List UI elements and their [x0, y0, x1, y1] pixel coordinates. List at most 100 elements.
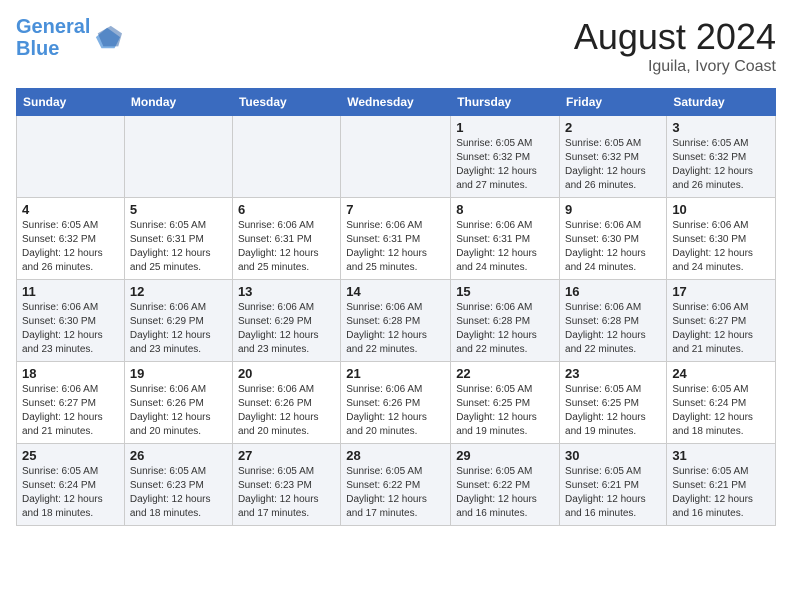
- day-number: 11: [22, 284, 119, 299]
- day-info: Sunrise: 6:06 AM Sunset: 6:31 PM Dayligh…: [346, 219, 445, 275]
- calendar-cell: 26Sunrise: 6:05 AM Sunset: 6:23 PM Dayli…: [124, 444, 232, 526]
- logo-text: GeneralBlue: [16, 16, 90, 60]
- day-number: 8: [456, 202, 554, 217]
- day-info: Sunrise: 6:06 AM Sunset: 6:30 PM Dayligh…: [565, 219, 661, 275]
- calendar-cell: 3 Sunrise: 6:05 AM Sunset: 6:32 PM Daylig…: [667, 116, 776, 198]
- day-number: 17: [672, 284, 770, 299]
- day-info: Sunrise: 6:06 AM Sunset: 6:26 PM Dayligh…: [130, 383, 227, 439]
- week-row-2: 4 Sunrise: 6:05 AM Sunset: 6:32 PM Daylig…: [17, 198, 776, 280]
- location: Iguila, Ivory Coast: [574, 58, 776, 76]
- day-info: Sunrise: 6:05 AM Sunset: 6:32 PM Dayligh…: [22, 219, 119, 275]
- day-header-friday: Friday: [560, 89, 667, 116]
- calendar-header: SundayMondayTuesdayWednesdayThursdayFrid…: [17, 89, 776, 116]
- day-number: 21: [346, 366, 445, 381]
- day-number: 6: [238, 202, 335, 217]
- day-info: Sunrise: 6:05 AM Sunset: 6:25 PM Dayligh…: [456, 383, 554, 439]
- day-info: Sunrise: 6:06 AM Sunset: 6:28 PM Dayligh…: [565, 301, 661, 357]
- day-number: 16: [565, 284, 661, 299]
- day-number: 28: [346, 448, 445, 463]
- day-info: Sunrise: 6:06 AM Sunset: 6:26 PM Dayligh…: [238, 383, 335, 439]
- month-year: August 2024: [574, 16, 776, 58]
- calendar-cell: 6 Sunrise: 6:06 AM Sunset: 6:31 PM Daylig…: [232, 198, 340, 280]
- day-number: 31: [672, 448, 770, 463]
- day-number: 15: [456, 284, 554, 299]
- week-row-3: 11 Sunrise: 6:06 AM Sunset: 6:30 PM Dayli…: [17, 280, 776, 362]
- day-info: Sunrise: 6:06 AM Sunset: 6:27 PM Dayligh…: [22, 383, 119, 439]
- calendar-cell: 23 Sunrise: 6:05 AM Sunset: 6:25 PM Dayli…: [560, 362, 667, 444]
- calendar-table: SundayMondayTuesdayWednesdayThursdayFrid…: [16, 88, 776, 526]
- calendar-cell: 24 Sunrise: 6:05 AM Sunset: 6:24 PM Dayli…: [667, 362, 776, 444]
- calendar-cell: 9 Sunrise: 6:06 AM Sunset: 6:30 PM Daylig…: [560, 198, 667, 280]
- day-header-thursday: Thursday: [451, 89, 560, 116]
- day-info: Sunrise: 6:05 AM Sunset: 6:21 PM Dayligh…: [565, 465, 661, 521]
- day-info: Sunrise: 6:06 AM Sunset: 6:28 PM Dayligh…: [456, 301, 554, 357]
- calendar-cell: 5 Sunrise: 6:05 AM Sunset: 6:31 PM Daylig…: [124, 198, 232, 280]
- week-row-1: 1 Sunrise: 6:05 AM Sunset: 6:32 PM Daylig…: [17, 116, 776, 198]
- calendar-cell: 29Sunrise: 6:05 AM Sunset: 6:22 PM Dayli…: [451, 444, 560, 526]
- calendar-cell: 27 Sunrise: 6:05 AM Sunset: 6:23 PM Dayli…: [232, 444, 340, 526]
- calendar-cell: 4 Sunrise: 6:05 AM Sunset: 6:32 PM Daylig…: [17, 198, 125, 280]
- day-header-wednesday: Wednesday: [341, 89, 451, 116]
- calendar-cell: 16 Sunrise: 6:06 AM Sunset: 6:28 PM Dayli…: [560, 280, 667, 362]
- day-info: Sunrise: 6:05 AM Sunset: 6:31 PM Dayligh…: [130, 219, 227, 275]
- day-header-saturday: Saturday: [667, 89, 776, 116]
- calendar-cell: 2 Sunrise: 6:05 AM Sunset: 6:32 PM Daylig…: [560, 116, 667, 198]
- calendar-cell: 13Sunrise: 6:06 AM Sunset: 6:29 PM Dayli…: [232, 280, 340, 362]
- calendar-cell: 8 Sunrise: 6:06 AM Sunset: 6:31 PM Daylig…: [451, 198, 560, 280]
- calendar-cell: [17, 116, 125, 198]
- day-number: 7: [346, 202, 445, 217]
- day-info: Sunrise: 6:06 AM Sunset: 6:31 PM Dayligh…: [238, 219, 335, 275]
- calendar-cell: 17 Sunrise: 6:06 AM Sunset: 6:27 PM Dayli…: [667, 280, 776, 362]
- day-info: Sunrise: 6:05 AM Sunset: 6:32 PM Dayligh…: [672, 137, 770, 193]
- day-number: 1: [456, 120, 554, 135]
- calendar-body: 1 Sunrise: 6:05 AM Sunset: 6:32 PM Daylig…: [17, 116, 776, 526]
- calendar-cell: 12 Sunrise: 6:06 AM Sunset: 6:29 PM Dayli…: [124, 280, 232, 362]
- logo: GeneralBlue: [16, 16, 122, 60]
- day-info: Sunrise: 6:06 AM Sunset: 6:29 PM Dayligh…: [130, 301, 227, 357]
- day-info: Sunrise: 6:05 AM Sunset: 6:23 PM Dayligh…: [238, 465, 335, 521]
- day-info: Sunrise: 6:06 AM Sunset: 6:27 PM Dayligh…: [672, 301, 770, 357]
- calendar-cell: [124, 116, 232, 198]
- day-number: 4: [22, 202, 119, 217]
- calendar-cell: 10 Sunrise: 6:06 AM Sunset: 6:30 PM Dayli…: [667, 198, 776, 280]
- day-info: Sunrise: 6:05 AM Sunset: 6:25 PM Dayligh…: [565, 383, 661, 439]
- week-row-5: 25Sunrise: 6:05 AM Sunset: 6:24 PM Dayli…: [17, 444, 776, 526]
- day-info: Sunrise: 6:06 AM Sunset: 6:31 PM Dayligh…: [456, 219, 554, 275]
- day-info: Sunrise: 6:06 AM Sunset: 6:30 PM Dayligh…: [22, 301, 119, 357]
- day-number: 13: [238, 284, 335, 299]
- day-number: 3: [672, 120, 770, 135]
- calendar-cell: 19 Sunrise: 6:06 AM Sunset: 6:26 PM Dayli…: [124, 362, 232, 444]
- day-info: Sunrise: 6:06 AM Sunset: 6:26 PM Dayligh…: [346, 383, 445, 439]
- day-number: 9: [565, 202, 661, 217]
- calendar-cell: 22Sunrise: 6:05 AM Sunset: 6:25 PM Dayli…: [451, 362, 560, 444]
- day-number: 20: [238, 366, 335, 381]
- day-number: 10: [672, 202, 770, 217]
- day-info: Sunrise: 6:05 AM Sunset: 6:32 PM Dayligh…: [456, 137, 554, 193]
- day-info: Sunrise: 6:05 AM Sunset: 6:22 PM Dayligh…: [346, 465, 445, 521]
- day-number: 27: [238, 448, 335, 463]
- calendar-cell: 7 Sunrise: 6:06 AM Sunset: 6:31 PM Daylig…: [341, 198, 451, 280]
- day-number: 24: [672, 366, 770, 381]
- calendar-cell: [232, 116, 340, 198]
- day-info: Sunrise: 6:05 AM Sunset: 6:22 PM Dayligh…: [456, 465, 554, 521]
- calendar-cell: 20 Sunrise: 6:06 AM Sunset: 6:26 PM Dayli…: [232, 362, 340, 444]
- logo-icon: [94, 24, 122, 52]
- calendar-cell: 14 Sunrise: 6:06 AM Sunset: 6:28 PM Dayli…: [341, 280, 451, 362]
- day-number: 14: [346, 284, 445, 299]
- title-block: August 2024 Iguila, Ivory Coast: [574, 16, 776, 76]
- day-info: Sunrise: 6:05 AM Sunset: 6:24 PM Dayligh…: [672, 383, 770, 439]
- day-header-monday: Monday: [124, 89, 232, 116]
- header-row: SundayMondayTuesdayWednesdayThursdayFrid…: [17, 89, 776, 116]
- day-info: Sunrise: 6:06 AM Sunset: 6:28 PM Dayligh…: [346, 301, 445, 357]
- day-number: 2: [565, 120, 661, 135]
- day-number: 19: [130, 366, 227, 381]
- day-info: Sunrise: 6:06 AM Sunset: 6:30 PM Dayligh…: [672, 219, 770, 275]
- day-number: 5: [130, 202, 227, 217]
- day-info: Sunrise: 6:05 AM Sunset: 6:32 PM Dayligh…: [565, 137, 661, 193]
- day-number: 12: [130, 284, 227, 299]
- calendar-cell: 30Sunrise: 6:05 AM Sunset: 6:21 PM Dayli…: [560, 444, 667, 526]
- calendar-cell: 15 Sunrise: 6:06 AM Sunset: 6:28 PM Dayli…: [451, 280, 560, 362]
- page-header: GeneralBlue August 2024 Iguila, Ivory Co…: [16, 16, 776, 76]
- day-number: 25: [22, 448, 119, 463]
- day-number: 23: [565, 366, 661, 381]
